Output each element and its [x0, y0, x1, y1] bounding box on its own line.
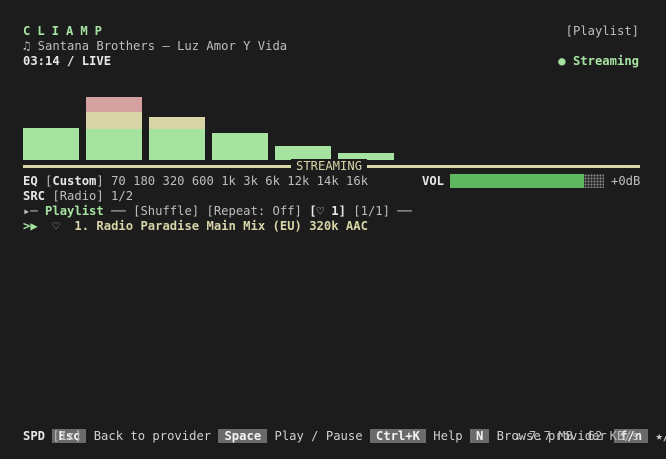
spectrum-segment [86, 97, 142, 112]
status-text: Streaming [572, 54, 639, 68]
eq-preset[interactable]: [Custom] [45, 174, 104, 188]
play-marker-icon: >▶ [23, 219, 38, 233]
space-desc: Play / Pause [274, 429, 363, 443]
spectrum-segment [149, 129, 205, 160]
list-item[interactable]: >▶ ♡ 1. Radio Paradise Main Mix (EU) 320… [23, 219, 368, 234]
volume-fill [450, 174, 584, 188]
playlist-tail: ── [397, 204, 412, 218]
esc-desc: Back to provider [93, 429, 212, 443]
eq-band-16k[interactable]: 16k [346, 174, 368, 188]
spectrum-bar [149, 117, 205, 160]
spectrum-bar [212, 133, 268, 160]
track-title: 1. Radio Paradise Main Mix (EU) 320k AAC [74, 219, 368, 233]
playlist-header: ▸─ Playlist ── [Shuffle] [Repeat: Off] [… [23, 204, 412, 219]
repeat-toggle[interactable]: [Repeat: Off] [207, 204, 302, 218]
source-value[interactable]: [Radio] 1/2 [52, 189, 133, 203]
playlist-title: Playlist [45, 204, 104, 218]
source-label: SRC [23, 189, 46, 203]
eq-band-3k[interactable]: 3k [243, 174, 258, 188]
playlist-page: [1/1] [353, 204, 390, 218]
eq-band-1k[interactable]: 1k [221, 174, 236, 188]
stream-status: ● Streaming [558, 54, 639, 69]
playlist-sep: ── [111, 204, 126, 218]
n-key[interactable]: N [469, 429, 490, 443]
space-key[interactable]: Space [218, 429, 268, 443]
volume-remaining [584, 174, 604, 188]
ctrl-k-key[interactable]: Ctrl+K [369, 429, 426, 443]
app-title: CLIAMP [23, 24, 110, 38]
eq-band-14k[interactable]: 14k [317, 174, 339, 188]
eq-band-6k[interactable]: 6k [265, 174, 280, 188]
download-rate: 62 KB/s [587, 429, 639, 443]
divider-label: STREAMING [291, 159, 368, 174]
heart-icon[interactable]: ♡ [52, 219, 59, 233]
eq-row: EQ [Custom] 70 180 320 600 1k 3k 6k 12k … [23, 174, 368, 189]
eq-band-320[interactable]: 320 [162, 174, 184, 188]
playlist-prefix: ▸─ [23, 204, 38, 218]
spectrum-segment [149, 117, 205, 129]
spectrum-segment [275, 146, 331, 160]
volume-gain: +0dB [611, 174, 641, 188]
status-dot-icon: ● [558, 54, 566, 68]
volume-slider[interactable] [450, 174, 604, 188]
favorites-count[interactable]: [♡ 1] [309, 204, 346, 218]
now-playing-title: ♫ Santana Brothers – Luz Amor Y Vida [23, 39, 288, 53]
spectrum-bar [23, 128, 79, 160]
speed-row: SPD [1x] [23, 429, 82, 444]
fav-star-icon: ★/♡ [655, 429, 666, 443]
download-stats: ↓ 7.7 MB 62 KB/s [514, 429, 639, 444]
eq-label: EQ [23, 174, 38, 188]
shuffle-toggle[interactable]: [Shuffle] [133, 204, 199, 218]
spectrum-visualizer [23, 92, 640, 160]
spectrum-segment [86, 112, 142, 129]
speed-value[interactable]: [1x] [52, 429, 81, 443]
speed-label: SPD [23, 429, 46, 443]
eq-band-600[interactable]: 600 [192, 174, 214, 188]
spectrum-segment [212, 133, 268, 160]
spectrum-segment [86, 129, 142, 160]
eq-band-70[interactable]: 70 [111, 174, 126, 188]
eq-band-180[interactable]: 180 [133, 174, 155, 188]
player-window: CLIAMP [Playlist] ♫ Santana Brothers – L… [0, 0, 666, 453]
spectrum-segment [23, 128, 79, 160]
view-tab-playlist[interactable]: [Playlist] [566, 24, 639, 39]
download-size: ↓ 7.7 MB [514, 429, 573, 443]
ctrl-k-desc: Help [433, 429, 463, 443]
eq-preset-name: Custom [52, 174, 97, 188]
spectrum-bar [86, 97, 142, 160]
playback-time: 03:14 / LIVE [23, 54, 112, 68]
spectrum-bar [275, 146, 331, 160]
eq-band-12k[interactable]: 12k [287, 174, 309, 188]
source-row: SRC [Radio] 1/2 [23, 189, 133, 204]
volume-label: VOL [422, 174, 445, 188]
